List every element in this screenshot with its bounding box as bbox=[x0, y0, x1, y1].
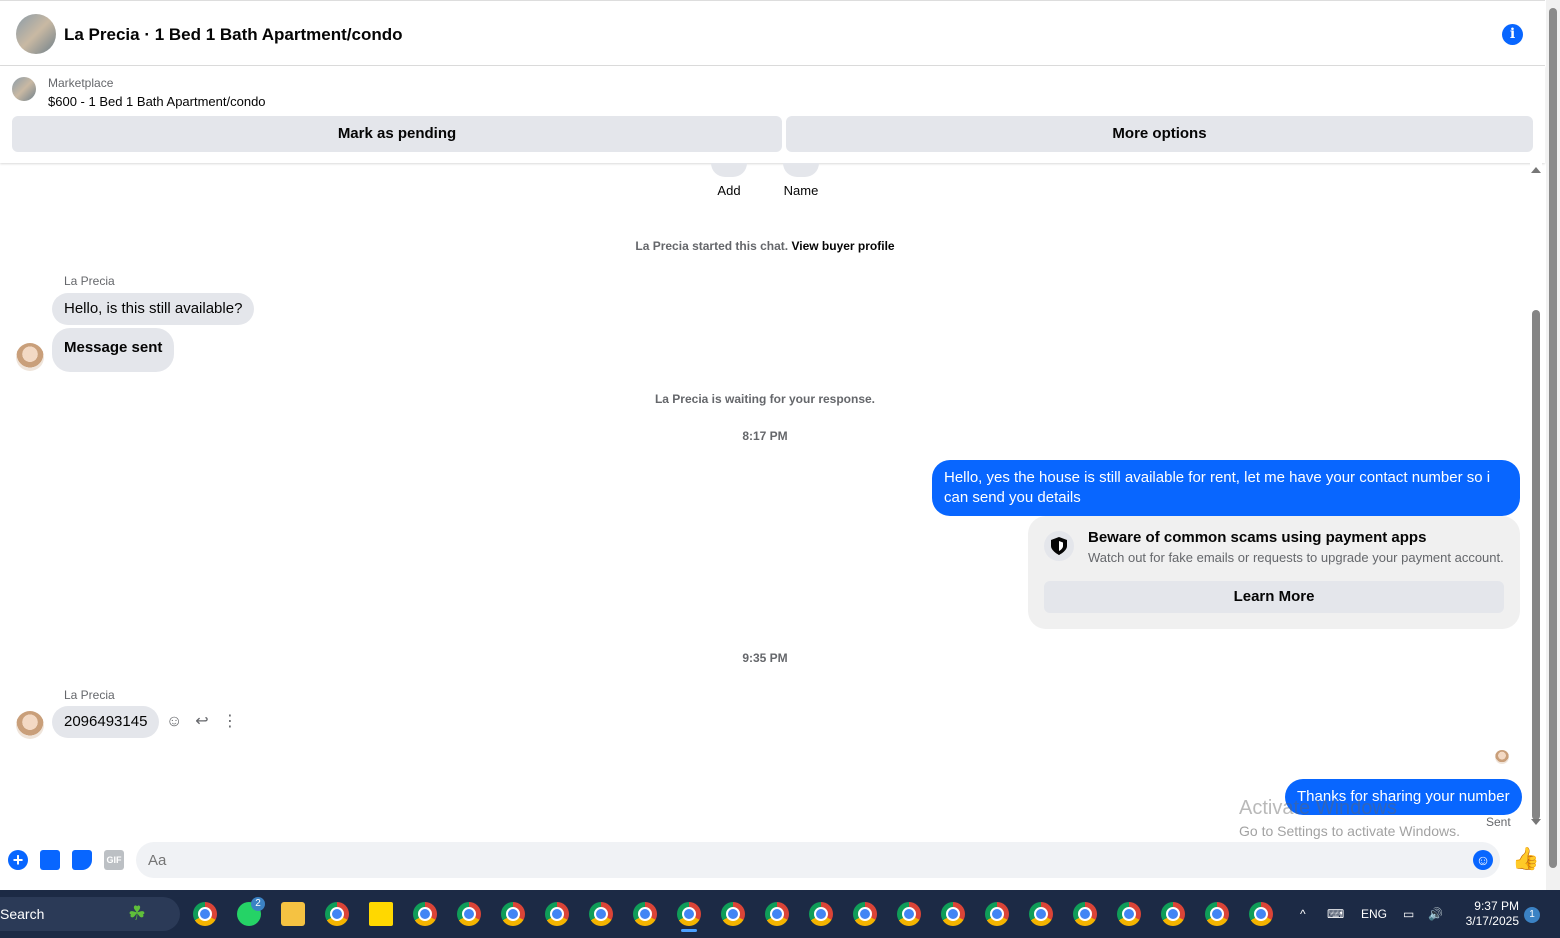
scam-warning-title: Beware of common scams using payment app… bbox=[1088, 529, 1427, 546]
sent-status: Sent bbox=[1486, 815, 1511, 829]
activate-windows-watermark: Activate Windows bbox=[1239, 797, 1397, 819]
chevron-up-icon[interactable]: ^ bbox=[1300, 890, 1306, 938]
chrome-icon[interactable] bbox=[589, 902, 613, 926]
emoji-icon[interactable]: ☺ bbox=[1473, 850, 1493, 870]
waiting-notice: La Precia is waiting for your response. bbox=[654, 392, 876, 406]
scroll-thumb[interactable] bbox=[1532, 310, 1540, 820]
clock-date: 3/17/2025 bbox=[1465, 914, 1519, 928]
incoming-message[interactable]: Message sent bbox=[52, 328, 175, 372]
chrome-icon[interactable] bbox=[985, 902, 1009, 926]
incoming-message[interactable]: Hello, is this still available? bbox=[52, 293, 255, 325]
scam-warning-card: Beware of common scams using payment app… bbox=[1028, 516, 1520, 629]
conversation-title[interactable]: La Precia · 1 Bed 1 Bath Apartment/condo bbox=[64, 25, 403, 45]
add-label: Add bbox=[717, 183, 741, 198]
chrome-icon[interactable] bbox=[545, 902, 569, 926]
thumbs-up-icon[interactable]: 👍 bbox=[1512, 848, 1539, 870]
sender-avatar[interactable] bbox=[16, 343, 44, 371]
keyboard-icon[interactable]: ⌨ bbox=[1327, 890, 1344, 938]
info-icon[interactable]: i bbox=[1502, 24, 1523, 45]
conversation-header: La Precia · 1 Bed 1 Bath Apartment/condo… bbox=[0, 0, 1545, 66]
page-scrollbar[interactable] bbox=[1546, 0, 1560, 890]
windows-taskbar: Search ☘ 2 ^ ⌨ ENG ▭ 🔊 9:37 PM 3/17/2025… bbox=[0, 890, 1560, 938]
more-options-button[interactable]: More options bbox=[786, 116, 1533, 152]
image-icon[interactable] bbox=[40, 850, 60, 870]
marketplace-bar: Marketplace $600 - 1 Bed 1 Bath Apartmen… bbox=[0, 66, 1545, 163]
chrome-icon[interactable] bbox=[1029, 902, 1053, 926]
chrome-icon[interactable] bbox=[1205, 902, 1229, 926]
message-thread: Add Name La Precia started this chat. Vi… bbox=[0, 163, 1530, 840]
chrome-icon[interactable] bbox=[1117, 902, 1141, 926]
sticker-icon[interactable] bbox=[72, 850, 92, 870]
chrome-icon[interactable] bbox=[897, 902, 921, 926]
volume-icon[interactable]: 🔊 bbox=[1428, 890, 1443, 938]
chrome-icon[interactable] bbox=[853, 902, 877, 926]
chrome-icon[interactable] bbox=[809, 902, 833, 926]
learn-more-button[interactable]: Learn More bbox=[1044, 581, 1504, 613]
file-explorer-icon[interactable] bbox=[281, 902, 305, 926]
mark-pending-button[interactable]: Mark as pending bbox=[12, 116, 782, 152]
chat-started-text: La Precia started this chat. bbox=[635, 239, 789, 253]
chrome-icon[interactable] bbox=[721, 902, 745, 926]
chat-scrollbar[interactable] bbox=[1530, 163, 1542, 840]
message-input[interactable] bbox=[136, 842, 1500, 878]
activate-windows-hint: Go to Settings to activate Windows. bbox=[1239, 823, 1460, 839]
language-indicator[interactable]: ENG bbox=[1361, 890, 1387, 938]
chrome-icon[interactable] bbox=[1249, 902, 1273, 926]
listing-avatar[interactable] bbox=[16, 14, 56, 54]
marketplace-label: Marketplace bbox=[48, 76, 114, 90]
chrome-icon[interactable] bbox=[765, 902, 789, 926]
page-scroll-thumb[interactable] bbox=[1549, 8, 1557, 868]
search-label: Search bbox=[0, 906, 45, 922]
add-icon bbox=[711, 163, 747, 177]
sender-avatar[interactable] bbox=[16, 711, 44, 739]
network-icon[interactable]: ▭ bbox=[1403, 890, 1414, 938]
name-label: Name bbox=[783, 183, 819, 198]
taskbar-search[interactable]: Search ☘ bbox=[0, 897, 180, 931]
add-action[interactable]: Add bbox=[699, 163, 759, 198]
clover-icon: ☘ bbox=[128, 903, 146, 925]
sticky-notes-icon[interactable] bbox=[369, 902, 393, 926]
scroll-down-icon[interactable] bbox=[1531, 819, 1541, 825]
more-icon[interactable]: ⋮ bbox=[222, 712, 238, 732]
shield-icon bbox=[1044, 531, 1074, 561]
whatsapp-badge: 2 bbox=[251, 897, 265, 911]
chrome-icon[interactable] bbox=[633, 902, 657, 926]
message-actions: ☺ ↩ ⋮ bbox=[166, 712, 238, 732]
gif-icon[interactable]: GIF bbox=[104, 850, 124, 870]
timestamp: 9:35 PM bbox=[742, 651, 788, 665]
sender-name: La Precia bbox=[64, 688, 115, 702]
notification-badge[interactable]: 1 bbox=[1524, 907, 1540, 923]
incoming-message[interactable]: 2096493145 bbox=[52, 706, 160, 738]
active-app-indicator bbox=[681, 929, 697, 932]
scam-warning-description: Watch out for fake emails or requests to… bbox=[1088, 550, 1504, 565]
scroll-up-icon[interactable] bbox=[1531, 167, 1541, 173]
clock-time: 9:37 PM bbox=[1474, 899, 1519, 913]
listing-thumbnail[interactable] bbox=[12, 77, 36, 101]
edit-icon bbox=[783, 163, 819, 177]
timestamp: 8:17 PM bbox=[742, 429, 788, 443]
chrome-icon[interactable] bbox=[325, 902, 349, 926]
chrome-icon[interactable] bbox=[193, 902, 217, 926]
chrome-icon-active[interactable] bbox=[677, 902, 701, 926]
chrome-icon[interactable] bbox=[1161, 902, 1185, 926]
listing-summary[interactable]: $600 - 1 Bed 1 Bath Apartment/condo bbox=[48, 94, 266, 109]
sender-name: La Precia bbox=[64, 274, 115, 288]
chat-started-notice: La Precia started this chat. View buyer … bbox=[0, 239, 1530, 253]
chrome-icon[interactable] bbox=[1073, 902, 1097, 926]
message-composer: + GIF ☺ 👍 bbox=[0, 840, 1545, 890]
view-buyer-profile-link[interactable]: View buyer profile bbox=[791, 239, 894, 253]
seen-avatar bbox=[1495, 750, 1509, 764]
chrome-icon[interactable] bbox=[457, 902, 481, 926]
reply-icon[interactable]: ↩ bbox=[194, 712, 210, 732]
plus-icon[interactable]: + bbox=[8, 850, 28, 870]
system-clock[interactable]: 9:37 PM 3/17/2025 bbox=[1455, 899, 1519, 929]
chrome-icon[interactable] bbox=[941, 902, 965, 926]
chrome-icon[interactable] bbox=[413, 902, 437, 926]
outgoing-message[interactable]: Hello, yes the house is still available … bbox=[932, 460, 1520, 516]
react-icon[interactable]: ☺ bbox=[166, 712, 182, 732]
name-action[interactable]: Name bbox=[771, 163, 831, 198]
chrome-icon[interactable] bbox=[501, 902, 525, 926]
